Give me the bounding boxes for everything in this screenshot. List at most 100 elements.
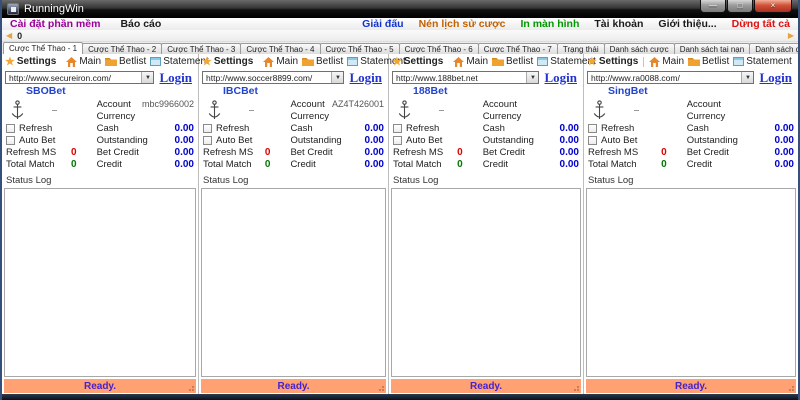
bet-credit-row: Bet Credit 0.00	[97, 146, 194, 158]
tab[interactable]: Cược Thể Thao - 2	[82, 43, 163, 54]
login-link[interactable]: Login	[159, 70, 195, 86]
maximize-button[interactable]: □	[727, 0, 753, 13]
tab[interactable]: Danh sách cược thành công	[749, 43, 798, 54]
outstanding-value: 0.00	[559, 134, 579, 146]
scroll-right-icon[interactable]: ▶	[788, 31, 794, 41]
main-button[interactable]: Main	[453, 56, 488, 67]
settings-button[interactable]: ★ Settings	[5, 56, 56, 67]
currency-label: Currency	[290, 110, 329, 122]
betlist-label: Betlist	[316, 56, 344, 67]
main-button[interactable]: Main	[66, 56, 101, 67]
settings-button[interactable]: ★ Settings	[392, 56, 443, 67]
settings-button[interactable]: ★ Settings	[587, 56, 638, 67]
autobet-checkbox[interactable]	[203, 135, 212, 145]
refresh-checkbox-row[interactable]: Refresh	[203, 122, 284, 134]
titlebar[interactable]: RunningWin — □ ×	[2, 0, 798, 18]
status-log-box[interactable]	[201, 188, 386, 377]
refresh-checkbox-row[interactable]: Refresh	[588, 122, 681, 134]
menu-item[interactable]: Nén lịch sử cược	[419, 18, 506, 30]
sub-toolbar: ◀ 0 ▶	[2, 30, 798, 42]
autobet-checkbox-row[interactable]: Auto Bet	[588, 134, 681, 146]
tab[interactable]: Cược Thể Thao - 5	[319, 43, 400, 54]
site-name: IBCBet	[223, 85, 259, 97]
tab[interactable]: Cược Thể Thao - 6	[398, 43, 479, 54]
betlist-button[interactable]: Betlist	[105, 56, 146, 67]
autobet-checkbox[interactable]	[393, 135, 402, 145]
dropdown-arrow-icon[interactable]: ▼	[331, 72, 344, 83]
autobet-checkbox-row[interactable]: Auto Bet	[203, 134, 284, 146]
bet-credit-value: 0.00	[364, 146, 384, 158]
close-button[interactable]: ×	[754, 0, 792, 13]
menu-item[interactable]: In màn hình	[520, 18, 579, 30]
details-right: Account mbc9966002 Currency Cash 0.00 Ou…	[91, 98, 194, 170]
autobet-label: Auto Bet	[19, 134, 56, 146]
betlist-button[interactable]: Betlist	[302, 56, 343, 67]
login-link[interactable]: Login	[544, 70, 580, 86]
resize-grip[interactable]	[382, 389, 384, 391]
resize-grip[interactable]	[192, 389, 194, 391]
star-icon: ★	[5, 55, 15, 68]
url-combobox[interactable]: http://www.soccer8899.com/ ▼	[202, 71, 345, 84]
cash-label: Cash	[482, 122, 505, 134]
settings-button[interactable]: ★ Settings	[202, 56, 253, 67]
resize-grip[interactable]	[577, 389, 579, 391]
main-button[interactable]: Main	[649, 56, 684, 67]
autobet-checkbox-row[interactable]: Auto Bet	[6, 134, 91, 146]
url-combobox[interactable]: http://www.ra0088.com/ ▼	[587, 71, 755, 84]
status-bar: Ready.	[391, 379, 581, 393]
refresh-checkbox[interactable]	[6, 123, 15, 133]
tab[interactable]: Cược Thể Thao - 4	[240, 43, 321, 54]
tab[interactable]: Cược Thể Thao - 1	[3, 42, 84, 54]
main-button[interactable]: Main	[263, 56, 298, 67]
status-log-box[interactable]	[586, 188, 796, 377]
refresh-checkbox[interactable]	[393, 123, 402, 133]
anchor-row	[393, 98, 477, 122]
refresh-checkbox[interactable]	[203, 123, 212, 133]
refresh-checkbox[interactable]	[588, 123, 597, 133]
autobet-checkbox[interactable]	[6, 135, 15, 145]
menu-item[interactable]: Giải đấu	[362, 18, 403, 30]
menu-item[interactable]: Dừng tất cả	[732, 18, 790, 30]
login-link[interactable]: Login	[349, 70, 385, 86]
details-left: Refresh Auto Bet Refresh MS 0 Total Matc…	[203, 98, 284, 170]
betlist-label: Betlist	[119, 56, 147, 67]
betlist-button[interactable]: Betlist	[492, 56, 533, 67]
status-log-box[interactable]	[391, 188, 581, 377]
menu-item[interactable]: Giới thiệu...	[658, 18, 716, 30]
refresh-ms-label: Refresh MS	[393, 146, 444, 158]
anchor-icon	[593, 99, 606, 121]
scroll-left-icon[interactable]: ◀	[6, 31, 12, 41]
tab[interactable]: Trạng thái	[556, 43, 605, 54]
menu-item[interactable]: Tài khoản	[594, 18, 643, 30]
bet-credit-row: Bet Credit 0.00	[483, 146, 579, 158]
login-link[interactable]: Login	[759, 70, 795, 86]
dropdown-arrow-icon[interactable]: ▼	[741, 72, 754, 83]
anchor-row	[6, 98, 91, 122]
tab[interactable]: Danh sách cược	[603, 43, 675, 54]
url-row: http://www.secureiron.com/ ▼ Login	[4, 70, 196, 85]
dropdown-arrow-icon[interactable]: ▼	[141, 72, 154, 83]
total-match-label: Total Match	[588, 158, 637, 170]
autobet-checkbox-row[interactable]: Auto Bet	[393, 134, 477, 146]
resize-grip[interactable]	[792, 389, 794, 391]
statement-button[interactable]: Statement	[733, 56, 792, 67]
url-combobox[interactable]: http://www.188bet.net ▼	[392, 71, 540, 84]
autobet-checkbox[interactable]	[588, 135, 597, 145]
status-log-box[interactable]	[4, 188, 196, 377]
tab[interactable]: Danh sách tai nạn	[673, 43, 751, 54]
tab[interactable]: Cược Thể Thao - 7	[477, 43, 558, 54]
refresh-checkbox-row[interactable]: Refresh	[6, 122, 91, 134]
site-name: SingBet	[608, 85, 648, 97]
menu-item[interactable]: Báo cáo	[120, 18, 161, 30]
anchor-row	[203, 98, 284, 122]
betlist-button[interactable]: Betlist	[688, 56, 729, 67]
minimize-button[interactable]: —	[700, 0, 726, 13]
menu-item[interactable]: Cài đặt phần mềm	[10, 18, 100, 30]
refresh-checkbox-row[interactable]: Refresh	[393, 122, 477, 134]
dropdown-arrow-icon[interactable]: ▼	[526, 72, 539, 83]
url-combobox[interactable]: http://www.secureiron.com/ ▼	[5, 71, 155, 84]
status-bar: Ready.	[586, 379, 796, 393]
credit-value: 0.00	[174, 158, 194, 170]
tab[interactable]: Cược Thể Thao - 3	[161, 43, 242, 54]
total-match-label: Total Match	[393, 158, 442, 170]
